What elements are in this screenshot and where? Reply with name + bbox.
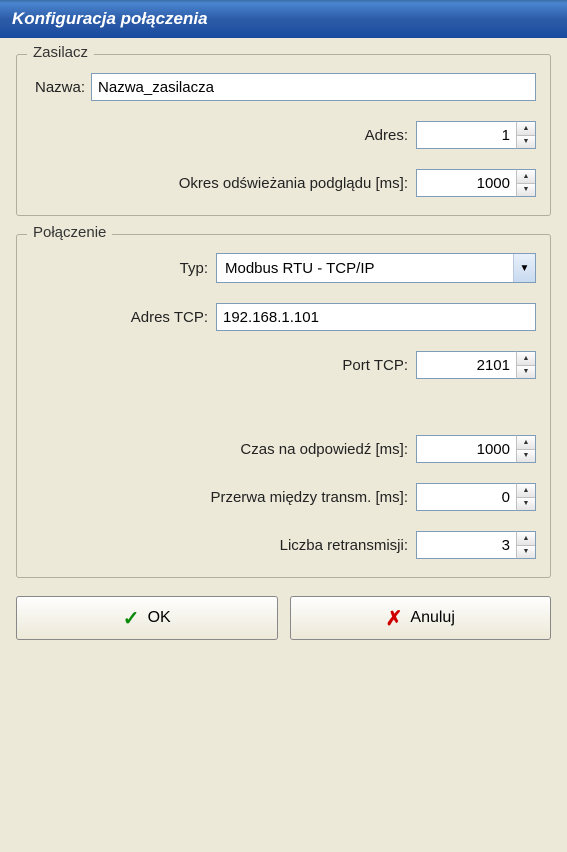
typ-row: Typ: ▼ <box>31 253 536 283</box>
przerwa-spinner-buttons: ▲ ▼ <box>516 483 536 511</box>
okres-spinner-buttons: ▲ ▼ <box>516 169 536 197</box>
x-icon: ✗ <box>386 606 403 631</box>
dialog-buttons: ✓ OK ✗ Anuluj <box>16 596 551 640</box>
port-tcp-spinner: ▲ ▼ <box>416 351 536 379</box>
nazwa-label: Nazwa: <box>35 79 85 96</box>
czas-input[interactable] <box>416 435 516 463</box>
okres-label: Okres odświeżania podglądu [ms]: <box>179 175 408 192</box>
przerwa-row: Przerwa między transm. [ms]: ▲ ▼ <box>31 483 536 511</box>
port-tcp-label: Port TCP: <box>342 357 408 374</box>
window-titlebar: Konfiguracja połączenia <box>0 0 567 38</box>
okres-input[interactable] <box>416 169 516 197</box>
zasilacz-group: Zasilacz Nazwa: Adres: ▲ ▼ Okres odśwież… <box>16 54 551 216</box>
retrans-label: Liczba retransmisji: <box>280 537 408 554</box>
zasilacz-legend: Zasilacz <box>27 44 94 61</box>
typ-select[interactable] <box>216 253 536 283</box>
okres-spin-up[interactable]: ▲ <box>517 170 535 184</box>
czas-label: Czas na odpowiedź [ms]: <box>240 441 408 458</box>
port-tcp-spin-down[interactable]: ▼ <box>517 366 535 379</box>
retrans-row: Liczba retransmisji: ▲ ▼ <box>31 531 536 559</box>
polaczenie-legend: Połączenie <box>27 224 112 241</box>
window-title: Konfiguracja połączenia <box>12 9 208 29</box>
okres-spin-down[interactable]: ▼ <box>517 184 535 197</box>
okres-spinner: ▲ ▼ <box>416 169 536 197</box>
przerwa-spinner: ▲ ▼ <box>416 483 536 511</box>
czas-spinner: ▲ ▼ <box>416 435 536 463</box>
cancel-button[interactable]: ✗ Anuluj <box>290 596 552 640</box>
typ-select-wrap: ▼ <box>216 253 536 283</box>
adres-spin-up[interactable]: ▲ <box>517 122 535 136</box>
nazwa-row: Nazwa: <box>31 73 536 101</box>
adres-spinner-buttons: ▲ ▼ <box>516 121 536 149</box>
przerwa-input[interactable] <box>416 483 516 511</box>
adres-spin-down[interactable]: ▼ <box>517 136 535 149</box>
spacer <box>31 399 536 435</box>
adres-spinner: ▲ ▼ <box>416 121 536 149</box>
check-icon: ✓ <box>123 606 140 631</box>
czas-row: Czas na odpowiedź [ms]: ▲ ▼ <box>31 435 536 463</box>
adres-input[interactable] <box>416 121 516 149</box>
adres-label: Adres: <box>365 127 408 144</box>
typ-label: Typ: <box>180 260 208 277</box>
adres-row: Adres: ▲ ▼ <box>31 121 536 149</box>
retrans-spin-up[interactable]: ▲ <box>517 532 535 546</box>
cancel-label: Anuluj <box>410 609 454 627</box>
czas-spin-down[interactable]: ▼ <box>517 450 535 463</box>
port-tcp-row: Port TCP: ▲ ▼ <box>31 351 536 379</box>
ok-label: OK <box>148 609 171 627</box>
ok-button[interactable]: ✓ OK <box>16 596 278 640</box>
port-tcp-spin-up[interactable]: ▲ <box>517 352 535 366</box>
port-tcp-spinner-buttons: ▲ ▼ <box>516 351 536 379</box>
przerwa-spin-up[interactable]: ▲ <box>517 484 535 498</box>
retrans-input[interactable] <box>416 531 516 559</box>
retrans-spinner-buttons: ▲ ▼ <box>516 531 536 559</box>
nazwa-input[interactable] <box>91 73 536 101</box>
retrans-spin-down[interactable]: ▼ <box>517 546 535 559</box>
czas-spinner-buttons: ▲ ▼ <box>516 435 536 463</box>
adres-tcp-row: Adres TCP: <box>31 303 536 331</box>
okres-row: Okres odświeżania podglądu [ms]: ▲ ▼ <box>31 169 536 197</box>
adres-tcp-label: Adres TCP: <box>131 309 208 326</box>
port-tcp-input[interactable] <box>416 351 516 379</box>
przerwa-label: Przerwa między transm. [ms]: <box>210 489 408 506</box>
adres-tcp-input[interactable] <box>216 303 536 331</box>
dialog-content: Zasilacz Nazwa: Adres: ▲ ▼ Okres odśwież… <box>0 38 567 656</box>
retrans-spinner: ▲ ▼ <box>416 531 536 559</box>
czas-spin-up[interactable]: ▲ <box>517 436 535 450</box>
przerwa-spin-down[interactable]: ▼ <box>517 498 535 511</box>
polaczenie-group: Połączenie Typ: ▼ Adres TCP: Port TCP: ▲… <box>16 234 551 578</box>
